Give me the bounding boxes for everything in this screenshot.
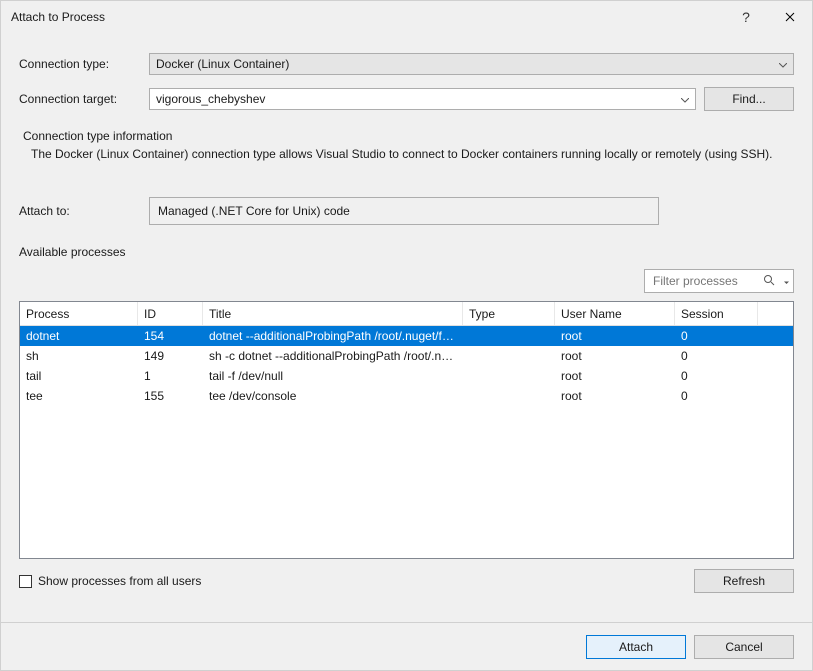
checkbox-box <box>19 575 32 588</box>
connection-info-title: Connection type information <box>23 129 790 143</box>
cell: 0 <box>675 389 758 403</box>
attach-to-value-box: Managed (.NET Core for Unix) code <box>149 197 659 225</box>
cell: 155 <box>138 389 203 403</box>
col-process[interactable]: Process <box>20 302 138 325</box>
filter-processes-input[interactable] <box>644 269 794 293</box>
cell: tee <box>20 389 138 403</box>
attach-to-value: Managed (.NET Core for Unix) code <box>158 204 350 218</box>
cell: 0 <box>675 329 758 343</box>
cell: 154 <box>138 329 203 343</box>
attach-to-label: Attach to: <box>19 204 149 218</box>
cell: sh <box>20 349 138 363</box>
chevron-down-icon <box>779 57 787 71</box>
connection-type-select[interactable]: Docker (Linux Container) <box>149 53 794 75</box>
cell: tee /dev/console <box>203 389 463 403</box>
refresh-button[interactable]: Refresh <box>694 569 794 593</box>
find-button[interactable]: Find... <box>704 87 794 111</box>
cell: sh -c dotnet --additionalProbingPath /ro… <box>203 349 463 363</box>
cell: root <box>555 389 675 403</box>
cell: root <box>555 329 675 343</box>
close-icon <box>785 12 795 22</box>
connection-target-value: vigorous_chebyshev <box>156 92 265 106</box>
cell: dotnet --additionalProbingPath /root/.nu… <box>203 329 463 343</box>
process-table-header: Process ID Title Type User Name Session <box>20 302 793 326</box>
col-user[interactable]: User Name <box>555 302 675 325</box>
connection-info-section: Connection type information The Docker (… <box>19 123 794 189</box>
cell: 1 <box>138 369 203 383</box>
close-button[interactable] <box>768 2 812 32</box>
cell: 0 <box>675 369 758 383</box>
dialog-content: Connection type: Docker (Linux Container… <box>1 33 812 622</box>
connection-target-combo[interactable]: vigorous_chebyshev <box>149 88 696 110</box>
cancel-button[interactable]: Cancel <box>694 635 794 659</box>
attach-to-row: Attach to: Managed (.NET Core for Unix) … <box>19 197 794 225</box>
table-row[interactable]: tail1tail -f /dev/null root0 <box>20 366 793 386</box>
show-all-users-checkbox[interactable]: Show processes from all users <box>19 574 201 588</box>
attach-button[interactable]: Attach <box>586 635 686 659</box>
connection-type-row: Connection type: Docker (Linux Container… <box>19 53 794 75</box>
filter-row <box>19 269 794 293</box>
process-table-body: dotnet154dotnet --additionalProbingPath … <box>20 326 793 406</box>
cell: dotnet <box>20 329 138 343</box>
attach-to-process-dialog: Attach to Process ? Connection type: Doc… <box>0 0 813 671</box>
connection-type-value: Docker (Linux Container) <box>156 57 289 71</box>
search-icon <box>763 274 775 289</box>
connection-info-text: The Docker (Linux Container) connection … <box>23 147 790 161</box>
connection-target-row: Connection target: vigorous_chebyshev Fi… <box>19 87 794 111</box>
col-id[interactable]: ID <box>138 302 203 325</box>
window-title: Attach to Process <box>11 10 724 24</box>
col-title[interactable]: Title <box>203 302 463 325</box>
available-processes-label: Available processes <box>19 245 794 259</box>
cell: root <box>555 349 675 363</box>
titlebar: Attach to Process ? <box>1 1 812 33</box>
cell: 149 <box>138 349 203 363</box>
cell: tail -f /dev/null <box>203 369 463 383</box>
table-row[interactable]: dotnet154dotnet --additionalProbingPath … <box>20 326 793 346</box>
dialog-footer: Attach Cancel <box>1 622 812 670</box>
col-type[interactable]: Type <box>463 302 555 325</box>
table-row[interactable]: tee155tee /dev/console root0 <box>20 386 793 406</box>
connection-target-label: Connection target: <box>19 92 149 106</box>
chevron-down-icon <box>681 92 689 106</box>
table-bottom-row: Show processes from all users Refresh <box>19 569 794 593</box>
table-row[interactable]: sh149sh -c dotnet --additionalProbingPat… <box>20 346 793 366</box>
cell: tail <box>20 369 138 383</box>
process-table[interactable]: Process ID Title Type User Name Session … <box>19 301 794 559</box>
help-button[interactable]: ? <box>724 2 768 32</box>
show-all-users-label: Show processes from all users <box>38 574 201 588</box>
cell: root <box>555 369 675 383</box>
chevron-down-icon[interactable] <box>784 274 789 288</box>
connection-type-label: Connection type: <box>19 57 149 71</box>
cell: 0 <box>675 349 758 363</box>
col-session[interactable]: Session <box>675 302 758 325</box>
